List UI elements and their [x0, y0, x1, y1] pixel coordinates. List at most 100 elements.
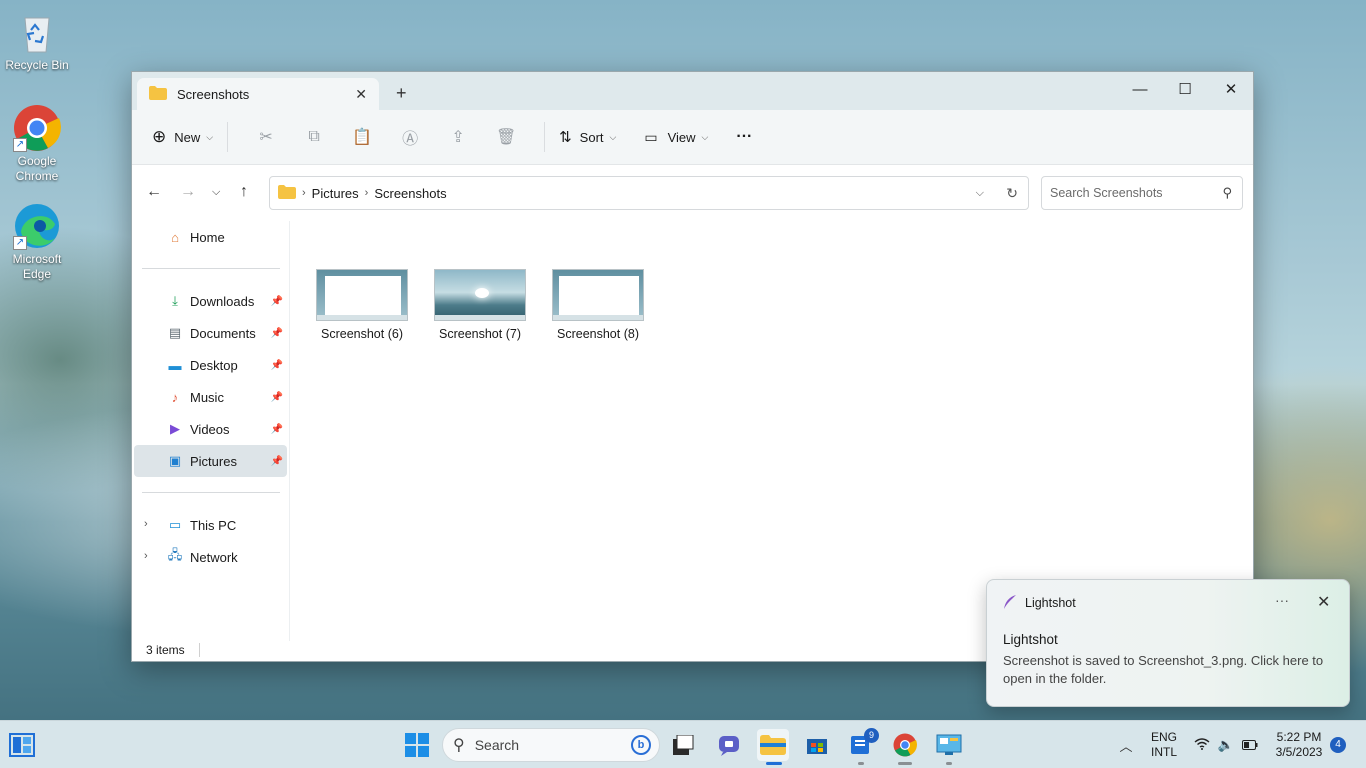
- more-options-button[interactable]: ···: [736, 128, 752, 146]
- desktop-icon-google-chrome[interactable]: ↗ Google Chrome: [1, 104, 73, 184]
- delete-icon[interactable]: 🗑: [482, 127, 530, 147]
- pin-icon[interactable]: 📌: [271, 392, 283, 403]
- chevron-down-icon: ⌵: [206, 131, 214, 142]
- sort-button[interactable]: ⇅ Sort ⌵: [559, 128, 616, 146]
- pin-icon[interactable]: 📌: [271, 424, 283, 435]
- microsoft-store-icon[interactable]: [801, 729, 833, 761]
- new-tab-button[interactable]: +: [396, 83, 407, 104]
- forward-arrow-icon[interactable]: →: [180, 183, 196, 201]
- title-bar: Screenshots ✕ + — ☐ ✕: [132, 72, 1253, 110]
- plus-circle-icon: ⊕: [152, 127, 167, 146]
- new-button[interactable]: ⊕ New ⌵: [152, 127, 213, 147]
- folder-icon: [278, 184, 296, 202]
- pin-icon[interactable]: 📌: [271, 296, 283, 307]
- clock-date: 3/5/2023: [1275, 745, 1323, 759]
- file-list: Screenshot (6) Screenshot (7) Screenshot…: [291, 221, 1253, 641]
- widgets-icon[interactable]: [6, 729, 38, 761]
- taskbar-search[interactable]: ⚲ Search b: [442, 728, 660, 762]
- notification-close-icon[interactable]: ✕: [1317, 592, 1330, 612]
- chevron-right-icon: ›: [302, 187, 306, 199]
- control-panel-icon[interactable]: [933, 729, 965, 761]
- sidebar-item-this-pc[interactable]: ▭ This PC: [134, 509, 287, 541]
- sidebar-item-documents[interactable]: ▤ Documents 📌: [134, 317, 287, 349]
- desktop-icon-label: Google Chrome: [15, 154, 59, 183]
- sidebar-item-network[interactable]: 🖧 Network: [134, 541, 287, 573]
- shortcut-arrow-icon: ↗: [13, 236, 27, 250]
- sidebar-divider: [142, 268, 280, 269]
- sidebar-item-videos[interactable]: ▶ Videos 📌: [134, 413, 287, 445]
- notification-app-name: Lightshot: [1025, 596, 1076, 610]
- back-arrow-icon[interactable]: ←: [146, 183, 162, 201]
- recycle-bin-icon: [13, 8, 61, 56]
- search-icon: ⚲: [1222, 185, 1232, 200]
- task-view-icon[interactable]: [668, 729, 700, 761]
- minimize-button[interactable]: —: [1117, 76, 1163, 104]
- clock-time: 5:22 PM: [1276, 730, 1322, 744]
- desktop-icon-microsoft-edge[interactable]: ↗ Microsoft Edge: [1, 202, 73, 282]
- file-explorer-icon[interactable]: [757, 729, 789, 761]
- file-item[interactable]: Screenshot (7): [425, 269, 535, 341]
- paste-icon[interactable]: 📋: [338, 127, 386, 147]
- notification-more-button[interactable]: ···: [1275, 592, 1289, 608]
- language-indicator[interactable]: ENG INTL: [1144, 730, 1184, 760]
- cut-icon[interactable]: ✂: [242, 127, 290, 147]
- close-tab-icon[interactable]: ✕: [355, 86, 367, 103]
- address-bar[interactable]: › Pictures › Screenshots ⌵ ↻: [269, 176, 1029, 210]
- command-bar: ⊕ New ⌵ ✂ ⧉ 📋 Ⓐ ⇪ 🗑 ⇅ Sort ⌵ ▭ View ⌵ ··…: [132, 110, 1253, 165]
- system-tray-status[interactable]: 🔈: [1190, 729, 1262, 761]
- refresh-icon[interactable]: ↻: [1006, 185, 1018, 202]
- up-arrow-icon[interactable]: ↑: [240, 183, 248, 201]
- view-button[interactable]: ▭ View ⌵: [644, 129, 708, 146]
- teams-chat-icon[interactable]: [713, 729, 745, 761]
- desktop-icon-label: Recycle Bin: [5, 58, 69, 72]
- sidebar-item-music[interactable]: ♪ Music 📌: [134, 381, 287, 413]
- sidebar-item-desktop[interactable]: ▬ Desktop 📌: [134, 349, 287, 381]
- edge-icon: ↗: [13, 202, 61, 250]
- clock[interactable]: 5:22 PM 3/5/2023: [1268, 730, 1330, 760]
- taskbar: ⚲ Search b 9 ︿ ENG INTL 🔈 5:22 PM 3/5/20…: [0, 720, 1366, 768]
- sidebar-item-downloads[interactable]: ⤓ Downloads 📌: [134, 285, 287, 317]
- sidebar-item-label: Desktop: [190, 357, 238, 373]
- language-line-2: INTL: [1150, 745, 1177, 759]
- share-icon[interactable]: ⇪: [434, 127, 482, 147]
- recent-locations-chevron-icon[interactable]: ⌵: [212, 186, 220, 199]
- sidebar-item-pictures[interactable]: ▣ Pictures 📌: [134, 445, 287, 477]
- battery-icon: [1242, 738, 1258, 753]
- file-name: Screenshot (7): [439, 327, 521, 341]
- close-window-button[interactable]: ✕: [1208, 76, 1254, 104]
- tab-screenshots[interactable]: Screenshots ✕: [137, 78, 379, 110]
- pin-icon[interactable]: 📌: [271, 456, 283, 467]
- sidebar-item-label: Network: [190, 549, 238, 565]
- language-line-1: ENG: [1150, 730, 1177, 744]
- pin-icon[interactable]: 📌: [271, 360, 283, 371]
- address-row: ← → ⌵ ↑ › Pictures › Screenshots ⌵ ↻ Sea…: [132, 165, 1253, 221]
- tab-title: Screenshots: [177, 86, 250, 102]
- search-input[interactable]: Search Screenshots ⚲: [1041, 176, 1243, 210]
- file-name: Screenshot (6): [321, 327, 403, 341]
- start-button[interactable]: [401, 729, 433, 761]
- file-explorer-window: Screenshots ✕ + — ☐ ✕ ⊕ New ⌵ ✂ ⧉ 📋 Ⓐ ⇪ …: [131, 71, 1254, 662]
- more-options-label: ···: [736, 128, 753, 145]
- sort-icon: ⇅: [559, 129, 572, 146]
- pin-icon[interactable]: 📌: [271, 328, 283, 339]
- copy-icon[interactable]: ⧉: [290, 128, 338, 146]
- rename-icon[interactable]: Ⓐ: [386, 125, 434, 149]
- breadcrumb-pictures[interactable]: Pictures: [312, 186, 359, 201]
- document-icon: ▤: [168, 325, 182, 340]
- notification-count-badge[interactable]: 4: [1330, 737, 1346, 753]
- toolbar-divider: [544, 122, 546, 152]
- notification-body[interactable]: Screenshot is saved to Screenshot_3.png.…: [1003, 652, 1333, 688]
- show-hidden-icons-chevron-icon[interactable]: ︿: [1110, 729, 1142, 761]
- maximize-button[interactable]: ☐: [1162, 76, 1208, 104]
- desktop-icon-recycle-bin[interactable]: Recycle Bin: [1, 8, 73, 73]
- file-item[interactable]: Screenshot (6): [307, 269, 417, 341]
- sidebar-item-label: Home: [190, 229, 225, 245]
- address-history-chevron-icon[interactable]: ⌵: [976, 187, 984, 200]
- desktop-icon-label: Microsoft Edge: [12, 252, 62, 281]
- thumbnail-image: [552, 269, 644, 321]
- file-item[interactable]: Screenshot (8): [543, 269, 653, 341]
- sidebar-item-home[interactable]: ⌂ Home: [134, 221, 287, 253]
- lightshot-notification[interactable]: Lightshot ··· ✕ Lightshot Screenshot is …: [986, 579, 1350, 707]
- chrome-icon[interactable]: [889, 729, 921, 761]
- breadcrumb-screenshots[interactable]: Screenshots: [374, 186, 446, 201]
